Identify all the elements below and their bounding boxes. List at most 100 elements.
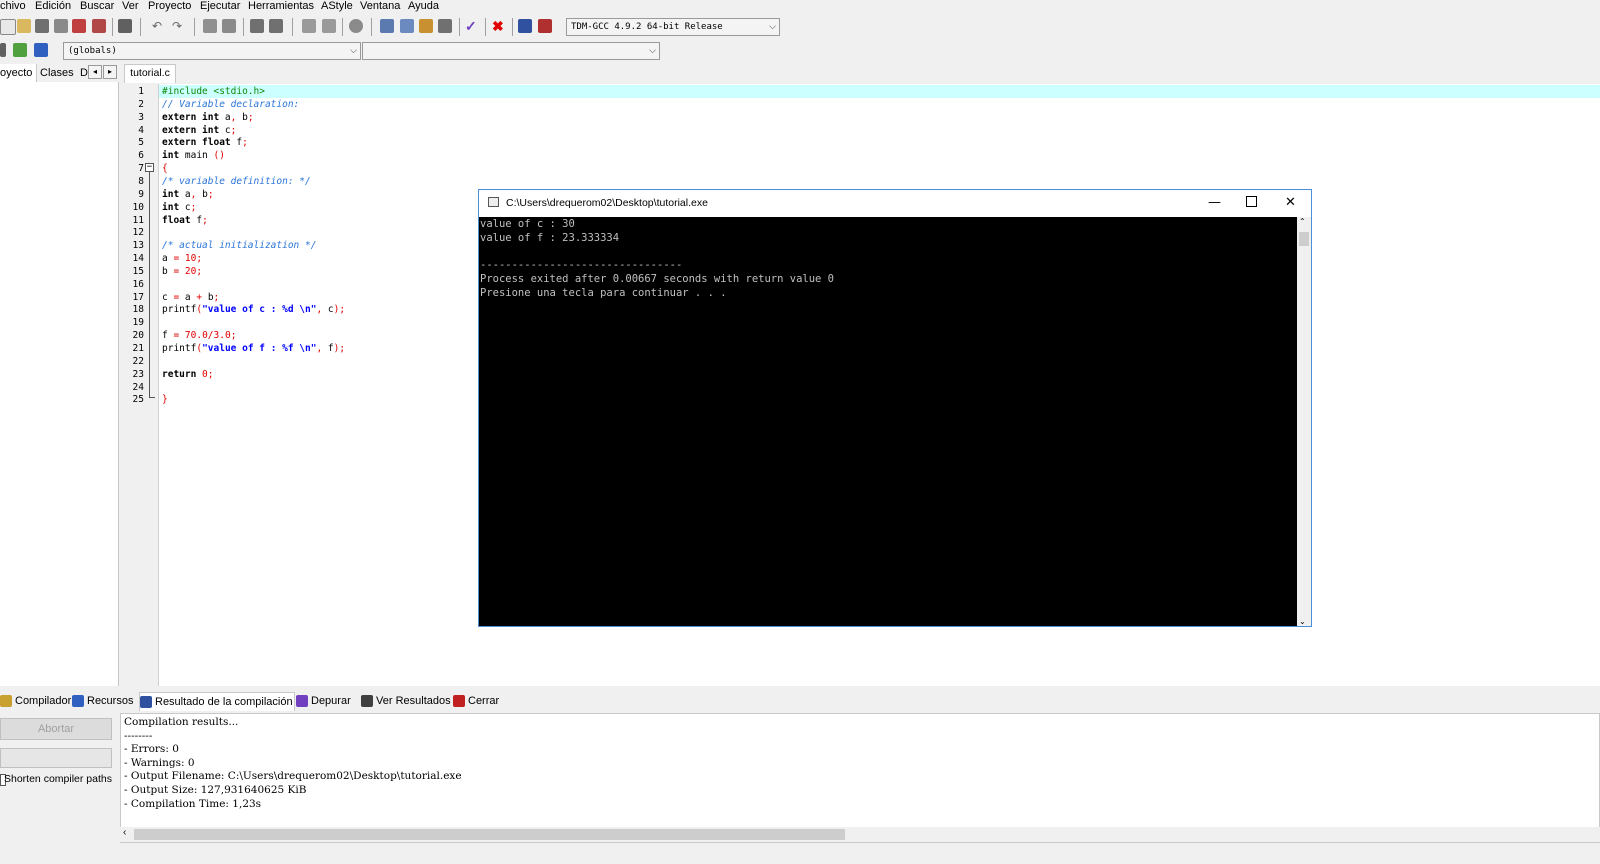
scroll-thumb[interactable] xyxy=(1299,232,1309,246)
delete-profile-icon[interactable] xyxy=(538,19,552,33)
menu-ventana[interactable]: Ventana xyxy=(360,0,400,12)
fold-collapse-icon[interactable]: − xyxy=(145,163,154,172)
open-icon[interactable] xyxy=(17,19,31,33)
bottom-tab-label: Resultado de la compilación xyxy=(155,696,293,708)
bottom-tab-label: Cerrar xyxy=(468,695,500,707)
code-token: b xyxy=(202,291,214,303)
find-icon[interactable] xyxy=(203,19,217,33)
line-number: 2 xyxy=(138,98,144,110)
tab-proyecto[interactable]: oyecto xyxy=(0,64,37,82)
line-number: 24 xyxy=(132,381,144,393)
menu-ejecutar[interactable]: Ejecutar xyxy=(200,0,240,12)
tile-icon[interactable] xyxy=(438,19,452,33)
member-select[interactable]: ⌵ xyxy=(362,42,660,60)
menu-archivo[interactable]: chivo xyxy=(0,0,26,12)
console-line: Presione una tecla para continuar . . . xyxy=(480,286,727,299)
code-line: return 0; xyxy=(162,368,214,381)
insert-icon[interactable] xyxy=(13,43,27,57)
bookmark-icon[interactable] xyxy=(34,43,48,57)
bottom-tab-close[interactable]: Cerrar xyxy=(453,692,505,710)
back-icon[interactable] xyxy=(302,19,316,33)
close-window-icon[interactable]: ✕ xyxy=(1285,195,1296,210)
code-line: printf("value of c : %d \n", c); xyxy=(162,303,345,316)
minimize-icon[interactable]: — xyxy=(1208,195,1221,210)
globals-select[interactable]: (globals) ⌵ xyxy=(63,42,361,60)
class-browser-icon[interactable] xyxy=(0,43,6,57)
abort-button[interactable]: Abortar xyxy=(0,718,112,740)
line-number: 10 xyxy=(132,201,144,213)
bottom-tab-chart[interactable]: Resultado de la compilación xyxy=(139,692,295,711)
check-icon xyxy=(296,695,308,708)
code-token: "value of c : %d \n" xyxy=(202,304,317,316)
tab-tutorial-c[interactable]: tutorial.c xyxy=(124,64,176,83)
menu-ver[interactable]: Ver xyxy=(122,0,139,12)
bottom-tab-label: Compilador xyxy=(15,695,72,707)
compile-check-icon[interactable]: ✓ xyxy=(465,19,479,33)
code-token: int xyxy=(162,150,185,162)
forward-icon[interactable] xyxy=(322,19,336,33)
profile-chart-icon[interactable] xyxy=(518,19,532,33)
redo-icon[interactable]: ↷ xyxy=(172,19,186,33)
menu-ayuda[interactable]: Ayuda xyxy=(408,0,439,12)
scroll-down-icon[interactable]: ⌄ xyxy=(1299,617,1306,626)
bottom-tab-resources[interactable]: Recursos xyxy=(72,692,136,710)
code-token: { xyxy=(162,163,168,175)
code-line: c = a + b; xyxy=(162,291,219,304)
line-number: 3 xyxy=(138,111,144,123)
console-app-icon xyxy=(488,197,499,207)
scroll-up-icon[interactable]: ⌃ xyxy=(1299,217,1306,226)
bottom-tab-label: Ver Resultados xyxy=(376,695,451,707)
console-scrollbar[interactable]: ⌃ ⌄ xyxy=(1297,217,1311,626)
grid-view-icon[interactable] xyxy=(380,19,394,33)
compiler-select[interactable]: TDM-GCC 4.9.2 64-bit Release ⌵ xyxy=(566,18,780,36)
code-token: ; xyxy=(207,188,214,200)
maximize-icon[interactable] xyxy=(1246,196,1257,207)
view-results-icon xyxy=(361,695,373,708)
scroll-left-icon[interactable]: ‹ xyxy=(123,827,126,838)
code-token: c xyxy=(162,291,174,303)
bottom-tab-check[interactable]: Depurar xyxy=(296,692,356,710)
log-hscroll-thumb[interactable] xyxy=(134,829,845,840)
print-icon[interactable] xyxy=(118,19,132,33)
code-line: // Variable declaration: xyxy=(162,98,299,111)
color-grid-icon[interactable] xyxy=(419,19,433,33)
stop-icon[interactable]: ✖ xyxy=(492,19,506,33)
code-token: ; xyxy=(213,291,220,303)
close-all-icon[interactable] xyxy=(92,19,106,33)
menu-edicion[interactable]: Edición xyxy=(35,0,71,12)
menu-herramientas[interactable]: Herramientas xyxy=(248,0,314,12)
code-token: return xyxy=(162,368,203,380)
unindent-icon[interactable] xyxy=(269,19,283,33)
shorten-paths-label: Shorten compiler paths xyxy=(4,773,112,785)
menu-astyle[interactable]: AStyle xyxy=(321,0,353,12)
code-line: extern int c; xyxy=(162,124,236,137)
line-number: 21 xyxy=(132,343,144,354)
tab-depurar[interactable]: D xyxy=(80,64,88,82)
close-file-icon[interactable] xyxy=(72,19,86,33)
undo-icon[interactable]: ↶ xyxy=(152,19,166,33)
code-token: f xyxy=(322,343,334,354)
indent-icon[interactable] xyxy=(250,19,264,33)
bottom-tab-compiler[interactable]: Compilador xyxy=(0,692,72,710)
tab-scroll-right-icon[interactable]: ▸ xyxy=(103,65,117,79)
save-all-icon[interactable] xyxy=(54,19,68,33)
menu-proyecto[interactable]: Proyecto xyxy=(148,0,191,12)
code-line: int a, b; xyxy=(162,188,214,201)
bottom-tab-view-results[interactable]: Ver Resultados xyxy=(361,692,451,710)
project-panel xyxy=(0,82,119,686)
line-number: 9 xyxy=(138,188,144,200)
window-icon[interactable] xyxy=(400,19,414,33)
replace-icon[interactable] xyxy=(222,19,236,33)
code-token: int xyxy=(162,201,185,213)
menu-buscar[interactable]: Buscar xyxy=(80,0,114,12)
log-line: - Compilation Time: 1,23s xyxy=(124,797,262,810)
code-line: f = 70.0/3.0; xyxy=(162,329,236,342)
tab-scroll-left-icon[interactable]: ◂ xyxy=(88,65,102,79)
save-icon[interactable] xyxy=(35,19,49,33)
line-number: 23 xyxy=(132,368,144,380)
new-file-icon[interactable] xyxy=(0,19,16,35)
code-token: extern float xyxy=(162,137,237,149)
tab-clases[interactable]: Clases xyxy=(40,64,74,82)
goto-icon[interactable] xyxy=(349,19,363,33)
log-line: - Output Size: 127,931640625 KiB xyxy=(124,784,307,796)
